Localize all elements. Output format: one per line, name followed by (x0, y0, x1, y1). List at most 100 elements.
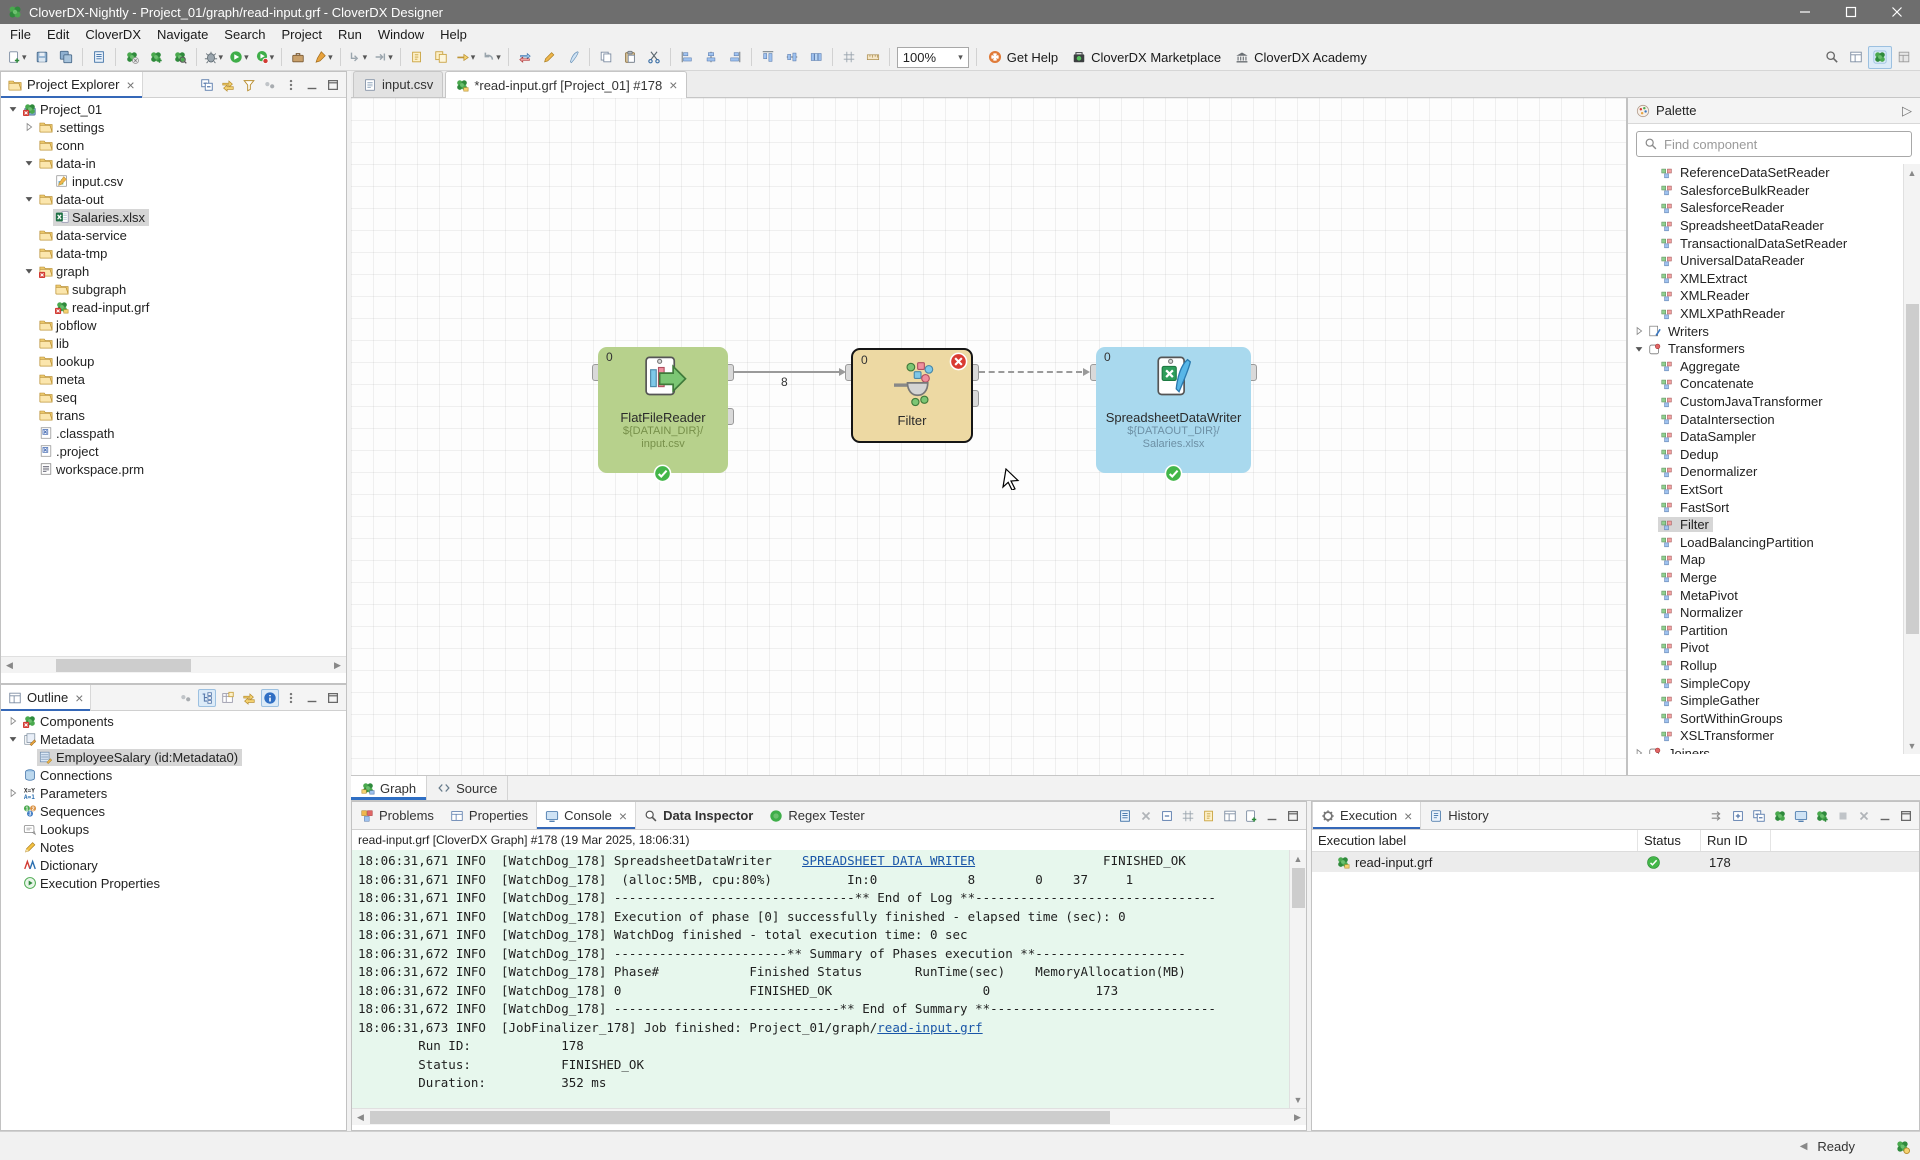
chevron-down-icon[interactable] (5, 101, 21, 117)
validate-button[interactable]: ▾ (310, 46, 336, 69)
explorer-item-data-service[interactable]: data-service (1, 226, 346, 244)
explorer-item-project[interactable]: .project (1, 442, 346, 460)
view-tab-problems[interactable]: Problems (352, 802, 442, 829)
palette-item-concatenate[interactable]: Concatenate (1628, 375, 1904, 393)
copy-file-button[interactable] (405, 46, 429, 69)
palette-item-referencedatasetreader[interactable]: ReferenceDataSetReader (1628, 164, 1904, 182)
palette-item-filter[interactable]: Filter (1628, 516, 1904, 534)
palette-item-xmlxpathreader[interactable]: XMLXPathReader (1628, 305, 1904, 323)
palette-item-joiners[interactable]: Joiners (1628, 745, 1904, 754)
chevron-right-icon[interactable] (21, 119, 37, 135)
collapse-all-button[interactable] (198, 76, 216, 94)
tree-view-button[interactable] (198, 689, 216, 707)
execution-column-execution-label[interactable]: Execution label (1312, 830, 1638, 851)
other-perspective-button[interactable] (1892, 46, 1916, 69)
explorer-item-graph[interactable]: graph (1, 262, 346, 280)
edit-note-button[interactable] (537, 46, 561, 69)
outline-item-components[interactable]: Components (1, 712, 346, 730)
console-log[interactable]: 18:06:31,671 INFO [WatchDog_178] Spreads… (352, 850, 1289, 1108)
sync-button[interactable] (513, 46, 537, 69)
step-into-button[interactable]: ▾ (345, 46, 371, 69)
maximize-panel-button[interactable] (324, 76, 342, 94)
close-outline-icon[interactable]: × (75, 690, 83, 706)
table-view-button[interactable] (219, 689, 237, 707)
display-console-button[interactable] (1221, 807, 1239, 825)
show-on-output-button[interactable] (1116, 807, 1134, 825)
open-graph-button[interactable] (1771, 807, 1789, 825)
toggle-grid-button[interactable] (837, 46, 861, 69)
palette-item-partition[interactable]: Partition (1628, 621, 1904, 639)
scroll-left-icon[interactable]: ◀ (352, 1109, 369, 1126)
palette-item-metapivot[interactable]: MetaPivot (1628, 586, 1904, 604)
outline-item-execution-properties[interactable]: Execution Properties (1, 874, 346, 892)
status-clover-icon[interactable] (1895, 1139, 1910, 1154)
scroll-right-icon[interactable]: ▶ (1289, 1109, 1306, 1126)
toggle-ruler-button[interactable] (861, 46, 885, 69)
get-help-button[interactable]: Get Help (981, 46, 1065, 69)
explorer-item-classpath[interactable]: .classpath (1, 424, 346, 442)
pin-console-button[interactable] (1200, 807, 1218, 825)
clear-console-button[interactable] (1137, 807, 1155, 825)
close-window-button[interactable] (1874, 0, 1920, 24)
focus-button[interactable] (261, 76, 279, 94)
execution-column-status[interactable]: Status (1638, 830, 1701, 851)
align-center-button[interactable] (699, 46, 723, 69)
execution-column-run-id[interactable]: Run ID (1701, 830, 1771, 851)
zoom-level-select[interactable]: 100%▾ (897, 47, 969, 68)
palette-item-writers[interactable]: Writers (1628, 322, 1904, 340)
palette-item-dedup[interactable]: Dedup (1628, 446, 1904, 464)
distribute-v-button[interactable] (780, 46, 804, 69)
menu-edit[interactable]: Edit (39, 25, 77, 44)
scroll-down-icon[interactable]: ▼ (1290, 1091, 1306, 1108)
progress-chevron-icon[interactable]: ◀ (1800, 1141, 1808, 1152)
editor-tab-read-input-grf-project-01-178[interactable]: *read-input.grf [Project_01] #178× (445, 71, 687, 98)
explorer-item-data-tmp[interactable]: data-tmp (1, 244, 346, 262)
academy-button[interactable]: CloverDX Academy (1228, 46, 1374, 69)
outline-item-sequences[interactable]: 123Sequences (1, 802, 346, 820)
chevron-down-icon[interactable] (21, 263, 37, 279)
chevron-down-icon[interactable] (21, 191, 37, 207)
outline-tab[interactable]: Outline × (1, 685, 91, 711)
edge-filter-writer[interactable] (979, 371, 1082, 373)
minimize-panel-button[interactable] (303, 76, 321, 94)
palette-item-universaldatareader[interactable]: UniversalDataReader (1628, 252, 1904, 270)
outline-item-dictionary[interactable]: Dictionary (1, 856, 346, 874)
palette-item-extsort[interactable]: ExtSort (1628, 481, 1904, 499)
explorer-item-salaries-xlsx[interactable]: Salaries.xlsx (1, 208, 346, 226)
maximize-panel-button[interactable] (1897, 807, 1915, 825)
explorer-item-project-01[interactable]: Project_01 (1, 100, 346, 118)
menu-file[interactable]: File (2, 25, 39, 44)
explorer-item-data-in[interactable]: data-in (1, 154, 346, 172)
close-view-icon[interactable]: × (619, 808, 627, 824)
maximize-panel-button[interactable] (1284, 807, 1302, 825)
palette-item-loadbalancingpartition[interactable]: LoadBalancingPartition (1628, 533, 1904, 551)
view-tab-data-inspector[interactable]: Data Inspector (636, 802, 761, 829)
palette-item-normalizer[interactable]: Normalizer (1628, 604, 1904, 622)
run-button[interactable]: ▾ (226, 46, 252, 69)
scroll-left-icon[interactable]: ◀ (1, 657, 18, 674)
maximize-panel-button[interactable] (324, 689, 342, 707)
search-graph-button[interactable] (168, 46, 192, 69)
palette-item-map[interactable]: Map (1628, 551, 1904, 569)
menu-cloverdx[interactable]: CloverDX (77, 25, 149, 44)
copy-button[interactable] (594, 46, 618, 69)
step-over-button[interactable]: ▾ (370, 46, 396, 69)
stop-run-button[interactable] (1834, 807, 1852, 825)
undo-button[interactable]: ▾ (478, 46, 504, 69)
close-tab-icon[interactable]: × (669, 77, 677, 93)
outline-item-lookups[interactable]: Lookups (1, 820, 346, 838)
move-file-button[interactable]: ▾ (453, 46, 479, 69)
word-wrap-button[interactable] (1179, 807, 1197, 825)
outline-item-metadata[interactable]: Metadata (1, 730, 346, 748)
clover-perspective-button[interactable] (1868, 46, 1892, 69)
run-profile-button[interactable]: ▾ (252, 46, 278, 69)
explorer-item-lookup[interactable]: lookup (1, 352, 346, 370)
filter-button[interactable] (240, 76, 258, 94)
explorer-item-workspace-prm[interactable]: workspace.prm (1, 460, 346, 478)
align-right-button[interactable] (723, 46, 747, 69)
palette-item-denormalizer[interactable]: Denormalizer (1628, 463, 1904, 481)
annotate-button[interactable] (561, 46, 585, 69)
palette-item-xsltransformer[interactable]: XSLTransformer (1628, 727, 1904, 745)
outline-item-notes[interactable]: Notes (1, 838, 346, 856)
palette-item-fastsort[interactable]: FastSort (1628, 498, 1904, 516)
